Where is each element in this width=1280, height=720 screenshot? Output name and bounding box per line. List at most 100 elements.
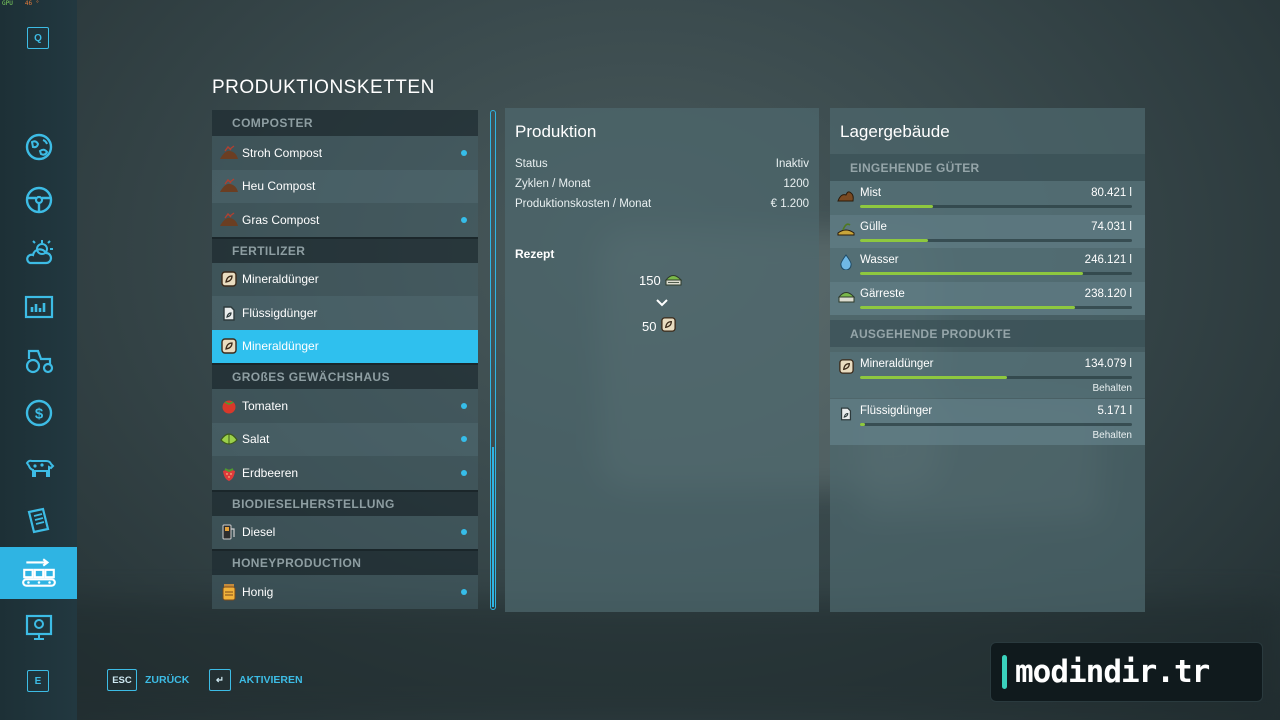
nav-animals[interactable] (0, 441, 77, 493)
nav-weather[interactable] (0, 227, 77, 279)
liquid-fertilizer-icon (837, 404, 855, 422)
back-label[interactable]: ZURÜCK (145, 674, 189, 686)
tutorial-icon (25, 614, 52, 640)
statistics-icon (24, 295, 53, 319)
active-indicator-dot (461, 469, 467, 476)
strawberry-icon (218, 462, 240, 484)
outgoing-products-header: AUSGEHENDE PRODUKTE (830, 320, 1145, 347)
digestate-icon (664, 271, 682, 290)
list-item-stroh-compost[interactable]: Stroh Compost (212, 136, 478, 170)
production-chain-icon (21, 558, 56, 587)
list-item-tomaten[interactable]: Tomaten (212, 389, 478, 423)
animals-icon (25, 459, 54, 477)
digestate-icon (837, 287, 855, 305)
nav-finances[interactable]: $ (0, 387, 77, 439)
compost-icon (218, 209, 240, 231)
compost-icon (218, 175, 240, 197)
water-drop-icon (837, 253, 855, 271)
lettuce-icon (218, 428, 240, 450)
list-scrollbar[interactable] (490, 110, 496, 610)
next-page-key[interactable]: E (27, 670, 49, 692)
active-indicator-dot (461, 588, 467, 595)
scrollbar-thumb[interactable] (492, 447, 494, 607)
active-indicator-dot (461, 402, 467, 409)
storage-row-fluessigduenger[interactable]: Flüssigdünger 5.171 l Behalten (830, 399, 1145, 445)
fill-level-bar (860, 238, 1132, 242)
output-mode[interactable]: Behalten (1093, 383, 1132, 394)
recipe-input: 150 (639, 271, 682, 290)
nav-map[interactable] (0, 121, 77, 173)
storage-title: Lagergebäude (840, 122, 950, 141)
status-row: Status Inaktiv (515, 158, 809, 170)
list-item-salat[interactable]: Salat (212, 422, 478, 456)
status-value: Inaktiv (775, 158, 809, 170)
group-header-gewaechshaus: GROßES GEWÄCHSHAUS (212, 363, 478, 389)
page-title: PRODUKTIONSKETTEN (212, 77, 435, 98)
list-item-mineralduenger[interactable]: Mineraldünger (212, 262, 478, 296)
steering-wheel-icon (25, 186, 52, 214)
production-chain-list: COMPOSTER Stroh Compost Heu Compost Gras… (212, 110, 478, 612)
activate-label[interactable]: AKTIVIEREN (239, 674, 303, 686)
active-indicator-dot (461, 436, 467, 443)
fill-level-bar (860, 205, 1132, 208)
compost-icon (218, 142, 240, 164)
fertilizer-bag-icon (218, 335, 240, 357)
fill-level-bar (860, 376, 1132, 379)
finance-icon: $ (25, 399, 52, 427)
prev-page-key[interactable]: Q (27, 27, 49, 49)
group-header-fertilizer: FERTILIZER (212, 236, 478, 263)
fertilizer-bag-icon (218, 268, 240, 290)
recipe-label: Rezept (515, 247, 555, 261)
tractor-icon (25, 349, 53, 374)
chevron-down-icon (655, 293, 669, 312)
nav-vehicles[interactable] (0, 174, 77, 226)
incoming-goods-header: EINGEHENDE GÜTER (830, 154, 1145, 181)
output-mode[interactable]: Behalten (1093, 430, 1132, 441)
storage-row-wasser: Wasser 246.121 l (830, 248, 1145, 282)
list-item-erdbeeren[interactable]: Erdbeeren (212, 456, 478, 490)
fill-level-bar (860, 305, 1132, 309)
nav-production[interactable] (0, 547, 77, 599)
slurry-icon (837, 220, 855, 238)
enter-key[interactable]: ↵ (209, 669, 231, 691)
cycles-row: Zyklen / Monat 1200 (515, 178, 809, 190)
fuel-pump-icon (218, 521, 240, 543)
esc-key[interactable]: ESC (107, 669, 137, 691)
liquid-fertilizer-icon (218, 302, 240, 324)
list-item-heu-compost[interactable]: Heu Compost (212, 169, 478, 203)
fertilizer-bag-icon (837, 357, 855, 375)
nav-equipment[interactable] (0, 334, 77, 386)
gpu-readout: GPU 46 ° (2, 0, 40, 7)
globe-map-icon (25, 133, 52, 161)
storage-row-gaerreste: Gärreste 238.120 l (830, 281, 1145, 315)
tomato-icon (218, 395, 240, 417)
list-item-diesel[interactable]: Diesel (212, 515, 478, 549)
nav-statistics[interactable] (0, 281, 77, 333)
list-item-gras-compost[interactable]: Gras Compost (212, 203, 478, 237)
watermark-text: modindir.tr (1015, 654, 1210, 690)
svg-text:$: $ (34, 406, 43, 423)
active-indicator-dot (461, 149, 467, 156)
list-item-honig[interactable]: Honig (212, 575, 478, 609)
group-header-honeyproduction: HONEYPRODUCTION (212, 549, 478, 575)
production-panel: Produktion Status Inaktiv Zyklen / Monat… (505, 108, 819, 612)
manure-icon (837, 186, 855, 204)
watermark: modindir.tr (990, 642, 1263, 702)
list-item-fluessigduenger[interactable]: Flüssigdünger (212, 296, 478, 330)
activate-hint[interactable]: ↵ AKTIVIEREN (209, 669, 303, 691)
active-indicator-dot (461, 529, 467, 536)
costs-row: Produktionskosten / Monat € 1.200 (515, 198, 809, 210)
costs-value: € 1.200 (770, 198, 809, 210)
recipe-output: 50 (642, 316, 677, 336)
weather-icon (25, 240, 53, 265)
honey-jar-icon (218, 581, 240, 603)
storage-panel: Lagergebäude EINGEHENDE GÜTER Mist 80.42… (830, 108, 1145, 612)
nav-contracts[interactable] (0, 494, 77, 546)
back-hint[interactable]: ESC ZURÜCK (107, 669, 189, 691)
fill-level-bar (860, 423, 1132, 426)
contracts-icon (27, 507, 49, 534)
list-item-mineralduenger-selected[interactable]: Mineraldünger (212, 329, 478, 363)
nav-tutorial[interactable] (0, 601, 77, 653)
storage-row-mineralduenger[interactable]: Mineraldünger 134.079 l Behalten (830, 352, 1145, 398)
production-title: Produktion (515, 122, 597, 141)
